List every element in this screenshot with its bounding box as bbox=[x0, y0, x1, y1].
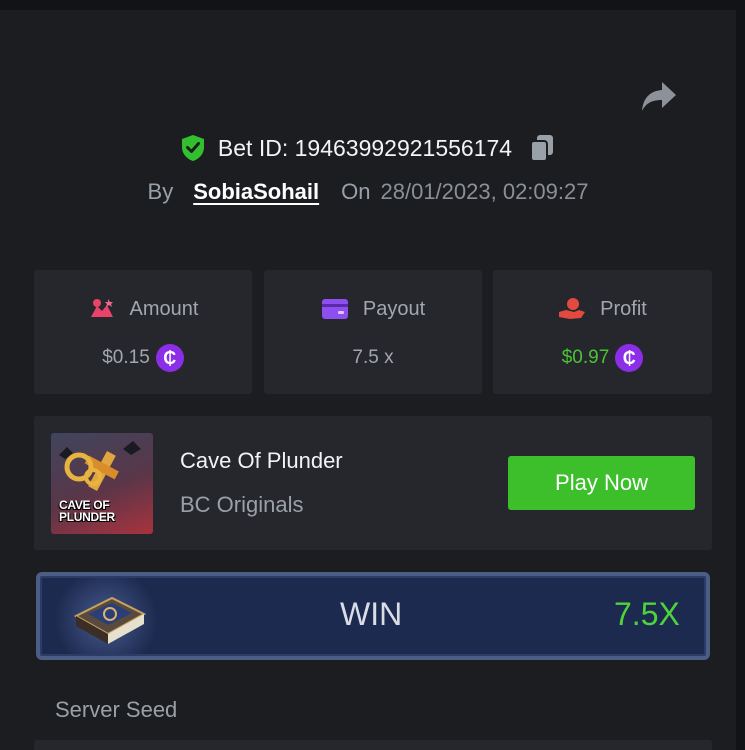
coin-icon: ₵ bbox=[155, 344, 184, 372]
thumbnail-title: CAVE OF PLUNDER bbox=[59, 498, 115, 524]
profit-label: Profit bbox=[600, 297, 647, 320]
on-label: On bbox=[341, 179, 371, 204]
bet-id-label: Bet ID: bbox=[217, 134, 289, 161]
bet-id-value: 19463992921556174 bbox=[294, 134, 513, 161]
amount-value: $0.15 bbox=[102, 347, 150, 368]
amount-icon bbox=[90, 299, 113, 317]
bet-datetime: 28/01/2023, 02:09:27 bbox=[380, 179, 589, 204]
game-thumbnail[interactable]: CAVE OF PLUNDER bbox=[51, 433, 153, 534]
result-label: WIN bbox=[340, 596, 403, 632]
payout-card-icon bbox=[321, 299, 348, 319]
bet-id-row: Bet ID: 19463992921556174 bbox=[0, 130, 736, 166]
share-icon[interactable] bbox=[640, 80, 678, 114]
amount-card: Amount $0.15 ₵ bbox=[34, 270, 252, 394]
coin-icon: ₵ bbox=[615, 344, 644, 372]
bet-meta-row: By SobiaSohail On 28/01/2023, 02:09:27 bbox=[0, 175, 736, 209]
amount-label: Amount bbox=[129, 297, 199, 320]
by-label: By bbox=[147, 179, 174, 204]
game-card: CAVE OF PLUNDER Cave Of Plunder BC Origi… bbox=[34, 416, 712, 550]
game-name[interactable]: Cave Of Plunder bbox=[180, 448, 343, 474]
server-seed-label: Server Seed bbox=[55, 697, 178, 722]
payout-label: Payout bbox=[362, 297, 426, 320]
game-provider: BC Originals bbox=[180, 492, 304, 517]
payout-card: Payout 7.5 x bbox=[264, 270, 482, 394]
user-link[interactable]: SobiaSohail bbox=[193, 179, 319, 205]
payout-value: 7.5 x bbox=[352, 347, 394, 368]
copy-icon[interactable] bbox=[528, 133, 556, 163]
server-seed-field[interactable] bbox=[34, 740, 712, 750]
scrollbar-track[interactable] bbox=[736, 0, 745, 750]
shield-check-icon bbox=[181, 135, 204, 161]
book-icon bbox=[73, 596, 147, 644]
top-bar bbox=[0, 0, 745, 10]
bet-id-text: Bet ID: 19463992921556174 bbox=[218, 135, 512, 162]
profit-value: $0.97 bbox=[561, 347, 610, 368]
profit-card: Profit $0.97 ₵ bbox=[493, 270, 712, 394]
profit-hand-icon bbox=[559, 298, 586, 319]
result-multiplier: 7.5X bbox=[614, 596, 680, 632]
result-banner: WIN 7.5X bbox=[36, 572, 710, 660]
play-now-button[interactable]: Play Now bbox=[508, 456, 695, 510]
